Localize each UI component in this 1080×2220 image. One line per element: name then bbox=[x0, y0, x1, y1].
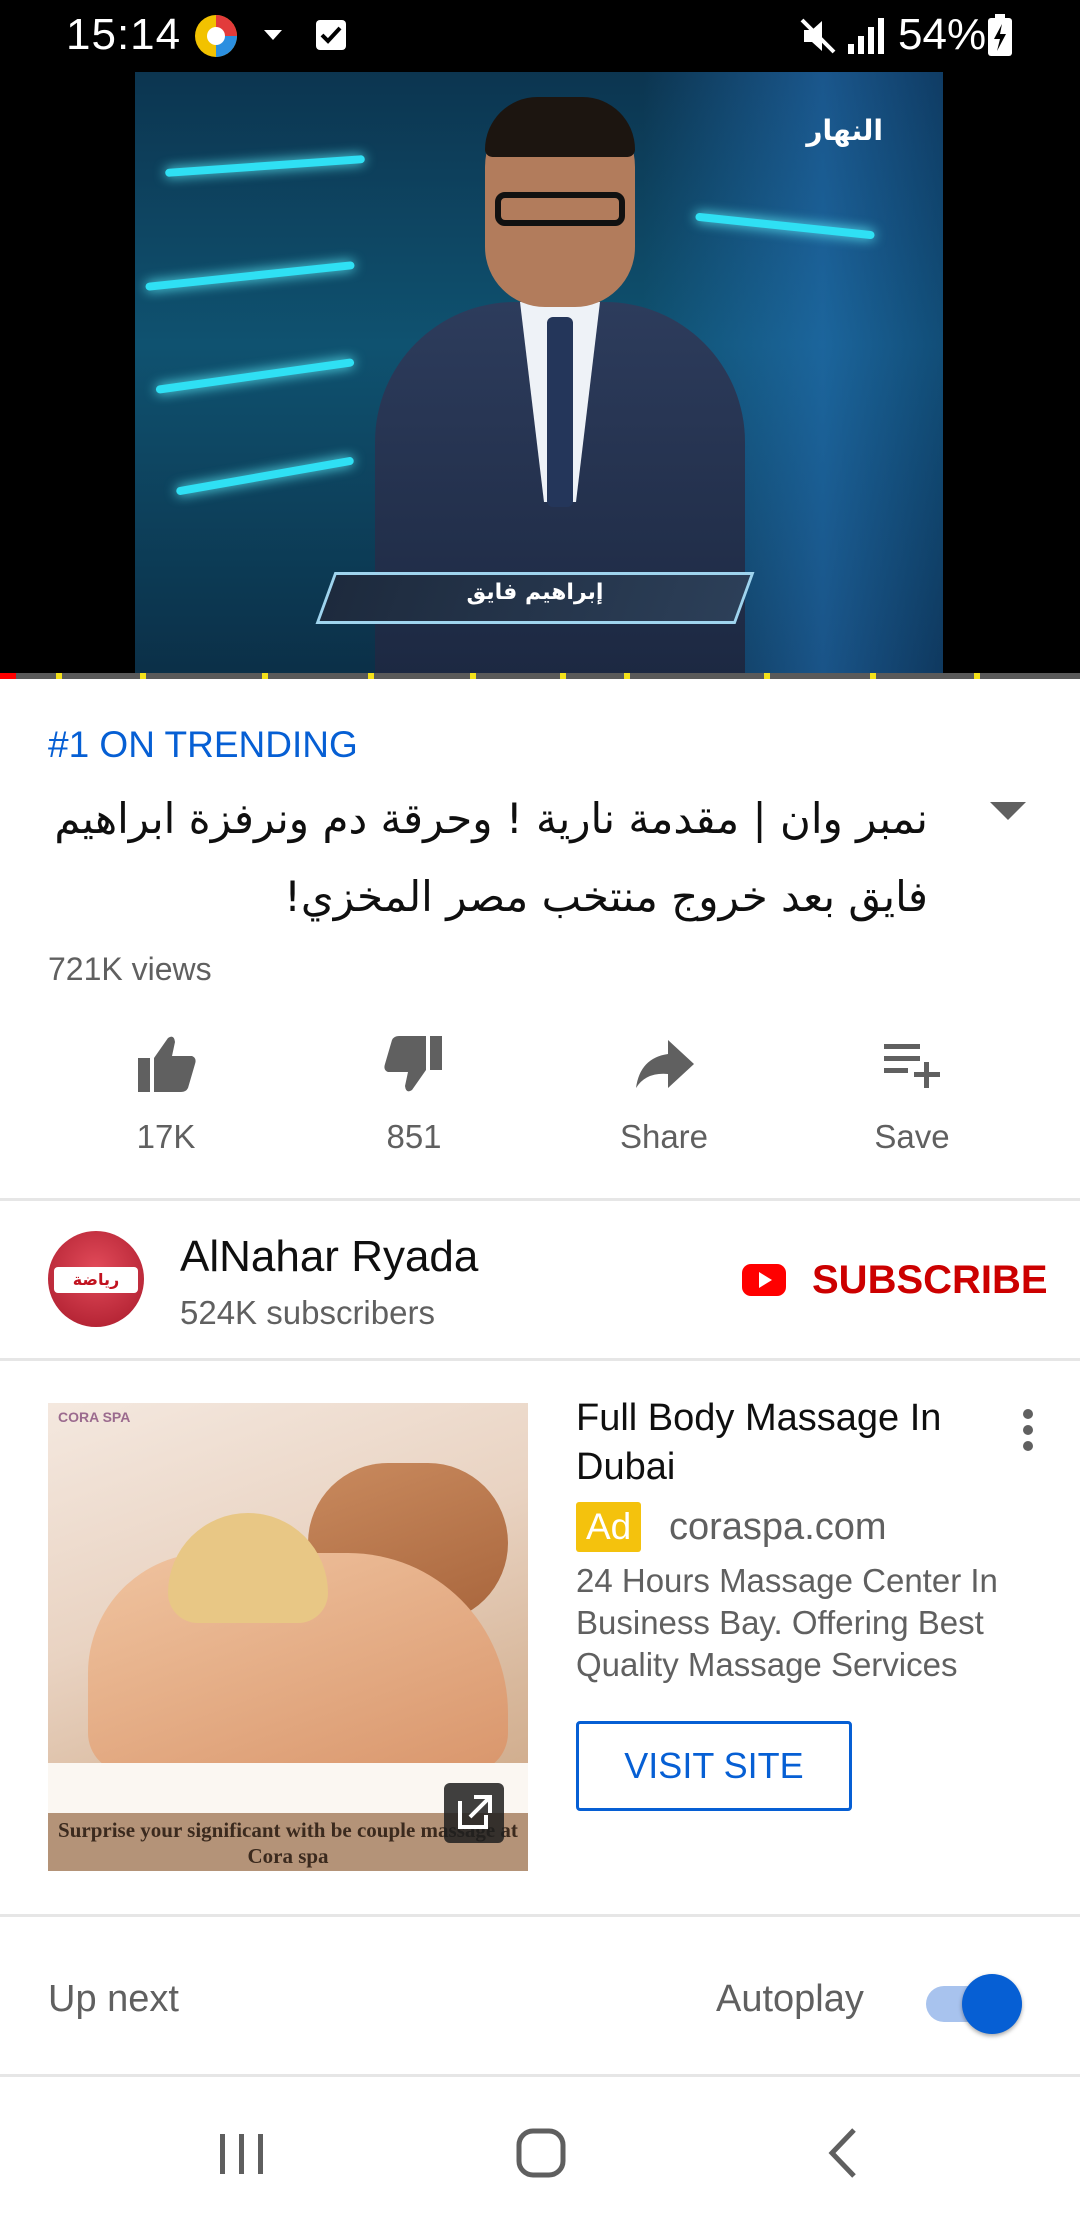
ad-marker bbox=[56, 673, 62, 679]
youtube-play-icon bbox=[742, 1264, 786, 1296]
dropdown-arrow-icon bbox=[264, 30, 282, 40]
video-frame[interactable]: إبراهيم فايق النهار bbox=[135, 72, 943, 678]
studio-light bbox=[155, 358, 355, 394]
open-external-button[interactable] bbox=[444, 1783, 504, 1843]
ad-marker bbox=[764, 673, 770, 679]
progress-track[interactable] bbox=[0, 673, 1080, 679]
visit-site-button[interactable]: VISIT SITE bbox=[576, 1721, 852, 1811]
avatar-text: رياضة bbox=[54, 1267, 138, 1293]
trending-badge[interactable]: #1 ON TRENDING bbox=[48, 724, 358, 766]
video-title: نمبر وان | مقدمة نارية ! وحرقة دم ونرفزة… bbox=[54, 794, 928, 921]
ad-domain: coraspa.com bbox=[669, 1506, 887, 1548]
like-count: 17K bbox=[136, 1118, 196, 1155]
lower-third-text: إبراهيم فايق bbox=[466, 580, 604, 605]
studio-light bbox=[145, 261, 355, 291]
studio-light bbox=[164, 155, 366, 177]
app-notification-icon bbox=[195, 15, 237, 57]
battery-percent: 54% bbox=[898, 10, 987, 59]
divider bbox=[0, 2074, 1080, 2077]
thumbs-up-icon bbox=[138, 1036, 196, 1092]
share-icon bbox=[636, 1040, 694, 1088]
progress-played bbox=[0, 673, 16, 679]
battery-charging-icon bbox=[988, 14, 1012, 56]
playlist-add-icon bbox=[884, 1044, 940, 1088]
dislike-count: 851 bbox=[386, 1118, 442, 1155]
dislike-button[interactable]: 851 bbox=[324, 1022, 504, 1172]
ad-image-figure bbox=[168, 1513, 328, 1623]
presenter-hair bbox=[485, 97, 635, 157]
view-count: 721K views bbox=[48, 951, 212, 987]
autoplay-toggle-knob[interactable] bbox=[962, 1974, 1022, 2034]
save-button[interactable]: Save bbox=[822, 1022, 1002, 1172]
mute-icon bbox=[800, 18, 836, 54]
open-external-icon bbox=[458, 1795, 492, 1829]
ad-marker bbox=[140, 673, 146, 679]
thumbs-down-icon bbox=[384, 1036, 442, 1092]
share-label: Share bbox=[619, 1118, 709, 1155]
ad-marker bbox=[262, 673, 268, 679]
presenter-glasses bbox=[495, 192, 625, 226]
recent-apps-icon[interactable] bbox=[202, 2118, 282, 2188]
checkbox-icon bbox=[316, 20, 346, 50]
ad-marker bbox=[974, 673, 980, 679]
status-bar: 15:14 54% bbox=[0, 0, 1080, 72]
ad-title[interactable]: Full Body Massage In Dubai bbox=[576, 1394, 976, 1492]
ad-marker bbox=[560, 673, 566, 679]
ad-marker bbox=[470, 673, 476, 679]
subscribe-button[interactable]: SUBSCRIBE bbox=[742, 1256, 1048, 1312]
ad-image-brand: CORA SPA bbox=[58, 1409, 131, 1425]
subscribe-label: SUBSCRIBE bbox=[812, 1258, 1048, 1302]
divider bbox=[0, 1198, 1080, 1201]
more-options-icon[interactable] bbox=[1016, 1406, 1040, 1454]
home-icon[interactable] bbox=[502, 2118, 582, 2188]
presenter-tie bbox=[547, 317, 573, 507]
ad-description: 24 Hours Massage Center In Business Bay.… bbox=[576, 1562, 998, 1683]
channel-avatar[interactable]: رياضة bbox=[48, 1231, 144, 1327]
divider bbox=[0, 1358, 1080, 1361]
studio-light bbox=[175, 456, 355, 496]
save-label: Save bbox=[874, 1118, 950, 1155]
channel-name[interactable]: AlNahar Ryada bbox=[180, 1232, 478, 1282]
autoplay-label: Autoplay bbox=[716, 1978, 864, 2020]
signal-icon bbox=[848, 18, 884, 54]
channel-watermark: النهار bbox=[806, 114, 883, 147]
expand-description-icon[interactable] bbox=[986, 796, 1030, 826]
subscriber-count: 524K subscribers bbox=[180, 1294, 435, 1331]
back-icon[interactable] bbox=[806, 2118, 886, 2188]
system-nav-bar bbox=[0, 2078, 1080, 2220]
ad-marker bbox=[870, 673, 876, 679]
share-button[interactable]: Share bbox=[574, 1022, 754, 1172]
divider bbox=[0, 1914, 1080, 1917]
ad-image[interactable]: Surprise your significant with be couple… bbox=[48, 1403, 528, 1871]
video-player[interactable]: إبراهيم فايق النهار 15:14 54% bbox=[0, 0, 1080, 679]
like-button[interactable]: 17K bbox=[76, 1022, 256, 1172]
ad-badge: Ad bbox=[576, 1502, 642, 1552]
up-next-label: Up next bbox=[48, 1978, 179, 2020]
ad-marker bbox=[368, 673, 374, 679]
ad-marker bbox=[624, 673, 630, 679]
status-time: 15:14 bbox=[66, 10, 182, 59]
